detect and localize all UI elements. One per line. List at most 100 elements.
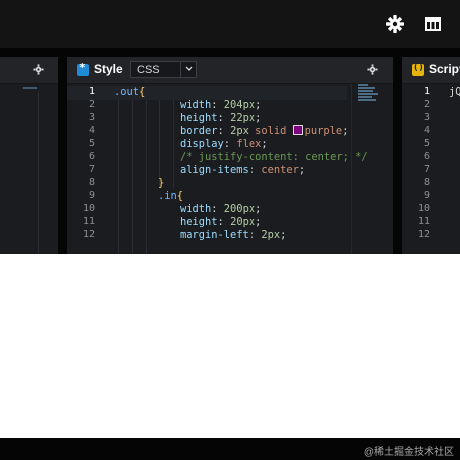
panel-header: * Style CSS bbox=[67, 57, 393, 84]
language-select[interactable]: CSS bbox=[130, 61, 197, 78]
watermark: @稀土掘金技术社区 bbox=[363, 447, 454, 458]
script-editor-panel[interactable]: () Script 1 2 3 4 5 6 7 8 9 10 11 12 jQ bbox=[402, 57, 460, 254]
line-number: 8 bbox=[88, 177, 95, 188]
code-line: display: flex; bbox=[180, 138, 268, 150]
css-property: border bbox=[180, 125, 218, 137]
html-editor-panel[interactable] bbox=[0, 57, 58, 254]
code-line: width: 200px; bbox=[180, 203, 262, 215]
minimap-line bbox=[358, 99, 376, 101]
code-line: width: 204px; bbox=[180, 99, 262, 111]
gear-icon[interactable] bbox=[33, 64, 44, 75]
minimap-line bbox=[358, 90, 373, 92]
code-line: .in{ bbox=[158, 190, 183, 203]
css-value: center bbox=[261, 164, 299, 176]
line-number: 10 bbox=[82, 203, 95, 214]
line-number: 7 bbox=[423, 164, 430, 175]
minimap-line bbox=[358, 93, 378, 95]
line-number: 7 bbox=[88, 164, 95, 175]
css-property: width bbox=[180, 99, 212, 111]
line-number: 2 bbox=[88, 99, 95, 110]
minimap-line bbox=[358, 84, 368, 86]
line-number-gutter: 1 2 3 4 5 6 7 8 9 10 11 12 bbox=[402, 84, 433, 254]
watermark-bar: @稀土掘金技术社区 bbox=[0, 438, 460, 460]
indent-guide bbox=[118, 100, 119, 254]
indent-guide bbox=[132, 100, 133, 254]
select-divider bbox=[180, 62, 181, 77]
css-value: 22px bbox=[230, 112, 256, 124]
line-number: 2 bbox=[423, 99, 430, 110]
style-editor-panel[interactable]: * Style CSS 1 2 3 4 5 6 7 8 9 10 11 12 .… bbox=[67, 57, 393, 254]
minimap-line bbox=[358, 87, 375, 89]
indent-guide bbox=[159, 100, 160, 188]
code-area[interactable]: .out{ width: 204px; height: 22px; border… bbox=[114, 84, 368, 254]
gear-icon[interactable] bbox=[385, 14, 405, 34]
line-number: 10 bbox=[417, 203, 430, 214]
css-property: width bbox=[180, 203, 212, 215]
css-property: align-items bbox=[180, 164, 249, 176]
line-number: 8 bbox=[423, 177, 430, 188]
line-number: 4 bbox=[423, 125, 430, 136]
code-line: border: 2px solid purple; bbox=[180, 125, 349, 137]
css-value: 204px bbox=[223, 99, 256, 111]
code-editor[interactable]: 1 2 3 4 5 6 7 8 9 10 11 12 .out{ width: … bbox=[67, 84, 393, 254]
code-line: height: 22px; bbox=[180, 112, 262, 124]
minimap-line bbox=[358, 96, 372, 98]
line-number: 12 bbox=[417, 229, 430, 240]
css-selector: .in bbox=[158, 190, 177, 202]
code-editor[interactable]: 1 2 3 4 5 6 7 8 9 10 11 12 jQ bbox=[402, 84, 460, 254]
line-number: 3 bbox=[88, 112, 95, 123]
indent-guide bbox=[173, 100, 174, 188]
code-line: jQ bbox=[449, 86, 460, 98]
line-number: 6 bbox=[423, 151, 430, 162]
line-number: 1 bbox=[88, 86, 95, 97]
css-keyword: solid bbox=[255, 125, 287, 137]
minimap bbox=[23, 87, 37, 89]
panel-header bbox=[0, 57, 58, 84]
line-number: 12 bbox=[82, 229, 95, 240]
css-value: 200px bbox=[223, 203, 256, 215]
code-line: height: 20px; bbox=[180, 216, 262, 228]
line-number: 6 bbox=[88, 151, 95, 162]
css-value: flex bbox=[236, 138, 262, 150]
editor-divider bbox=[38, 92, 39, 254]
css-value: 2px bbox=[230, 125, 249, 137]
line-number: 11 bbox=[82, 216, 95, 227]
layout-grid-icon[interactable] bbox=[423, 14, 443, 34]
minimap-divider bbox=[351, 84, 352, 254]
closing-brace: } bbox=[158, 177, 165, 189]
css-color-name: purple bbox=[304, 125, 343, 137]
panel-body[interactable] bbox=[0, 84, 58, 254]
line-number: 5 bbox=[88, 138, 95, 149]
code-line: align-items: center; bbox=[180, 164, 306, 176]
brace: { bbox=[176, 190, 184, 202]
css-property: display bbox=[180, 138, 224, 150]
css-property: height bbox=[180, 216, 218, 228]
line-number: 9 bbox=[88, 190, 95, 201]
line-number: 9 bbox=[423, 190, 430, 201]
css-icon: * bbox=[77, 61, 89, 76]
line-number: 3 bbox=[423, 112, 430, 123]
line-number: 4 bbox=[88, 125, 95, 136]
line-number-gutter: 1 2 3 4 5 6 7 8 9 10 11 12 bbox=[67, 84, 109, 254]
panel-header: () Script bbox=[402, 57, 460, 84]
line-number: 1 bbox=[423, 86, 430, 97]
chevron-down-icon bbox=[185, 66, 193, 71]
gear-icon[interactable] bbox=[367, 64, 378, 75]
css-property: margin-left bbox=[180, 229, 249, 241]
line-number: 11 bbox=[417, 216, 430, 227]
css-value: 20px bbox=[230, 216, 256, 228]
minimap[interactable] bbox=[354, 84, 390, 106]
language-value: CSS bbox=[137, 64, 160, 76]
js-icon: () bbox=[412, 63, 424, 76]
panel-title: Style bbox=[94, 62, 123, 76]
css-value: 2px bbox=[261, 229, 281, 241]
code-comment: /* justify-content: center; */ bbox=[180, 151, 368, 163]
panel-title: Script bbox=[429, 62, 460, 76]
line-number: 5 bbox=[423, 138, 430, 149]
code-line: .out{ bbox=[114, 86, 145, 99]
css-selector: .out bbox=[114, 86, 140, 98]
css-property: height bbox=[180, 112, 218, 124]
code-line: margin-left: 2px; bbox=[180, 229, 287, 241]
top-toolbar bbox=[0, 0, 460, 48]
color-swatch[interactable] bbox=[292, 125, 303, 135]
